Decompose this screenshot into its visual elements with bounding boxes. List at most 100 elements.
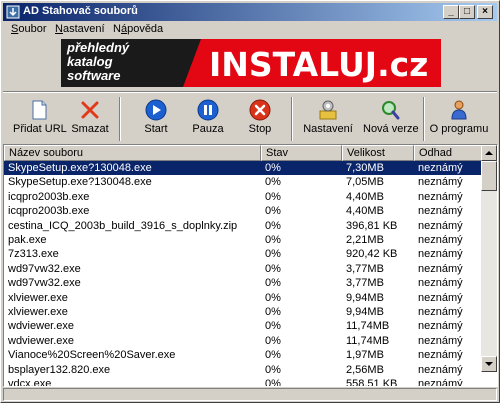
pause-button[interactable]: Pauza — [187, 97, 229, 141]
scroll-down-button[interactable] — [481, 356, 497, 372]
cell-state: 0% — [265, 205, 281, 218]
add-url-label: Přidat URL — [13, 123, 67, 135]
download-list[interactable]: Název souboru Stav Velikost Odhad SkypeS… — [3, 144, 498, 387]
table-row[interactable]: wd97vw32.exe 0% 3,77MB neznámý — [4, 276, 484, 290]
cell-size: 1,97MB — [346, 349, 384, 362]
start-button[interactable]: Start — [135, 97, 177, 141]
table-row[interactable]: icqpro2003b.exe 0% 4,40MB neznámý — [4, 204, 484, 218]
cell-estimate: neznámý — [418, 219, 463, 232]
menu-nastaveni-label: astavení — [62, 23, 105, 35]
table-row[interactable]: vdcx.exe 0% 558,51 KB neznámý — [4, 377, 484, 387]
cell-name: icqpro2003b.exe — [8, 190, 90, 203]
cell-name: xlviewer.exe — [8, 291, 68, 304]
stop-label: Stop — [248, 123, 272, 135]
menu-napoveda-pre: N — [113, 23, 121, 35]
table-row[interactable]: SkypeSetup.exe?130048.exe 0% 7,30MB neznámý — [4, 161, 484, 175]
scroll-thumb[interactable] — [481, 161, 497, 191]
vertical-scrollbar[interactable] — [481, 145, 497, 372]
banner-tagline: přehledný katalog software — [67, 41, 129, 83]
column-header-estimate[interactable]: Odhad — [414, 145, 484, 161]
maximize-button[interactable]: □ — [459, 5, 475, 19]
table-row[interactable]: icqpro2003b.exe 0% 4,40MB neznámý — [4, 190, 484, 204]
arrow-up-icon — [485, 151, 493, 155]
column-header-state[interactable]: Stav — [261, 145, 342, 161]
app-icon — [6, 5, 20, 19]
cell-name: SkypeSetup.exe?130048.exe — [8, 176, 152, 189]
cell-size: 3,77MB — [346, 277, 384, 290]
toolbar-divider — [119, 97, 121, 141]
column-header-name[interactable]: Název souboru — [4, 145, 261, 161]
cell-size: 11,74MB — [346, 320, 390, 333]
pause-icon — [197, 99, 219, 121]
menu-soubor[interactable]: Soubor — [5, 22, 52, 36]
minimize-button[interactable]: _ — [443, 5, 459, 19]
title-bar[interactable]: AD Stahovač souborů _ □ × — [3, 3, 497, 21]
menu-bar: Soubor Nastavení Nápověda — [3, 21, 497, 38]
cell-estimate: neznámý — [418, 176, 463, 189]
cell-state: 0% — [265, 190, 281, 203]
close-button[interactable]: × — [477, 5, 493, 19]
table-row[interactable]: wd97vw32.exe 0% 3,77MB neznámý — [4, 262, 484, 276]
cell-state: 0% — [265, 219, 281, 232]
cell-state: 0% — [265, 378, 281, 387]
arrow-down-icon — [485, 362, 493, 366]
cell-size: 920,42 KB — [346, 248, 398, 261]
cell-name: pak.exe — [8, 234, 47, 246]
window-title: AD Stahovač souborů — [23, 5, 138, 17]
new-version-button[interactable]: Nová verze — [363, 97, 419, 141]
cell-state: 0% — [265, 306, 281, 318]
table-row[interactable]: Vianoce%20Screen%20Saver.exe 0% 1,97MB nezn… — [4, 348, 484, 362]
column-header-size[interactable]: Velikost — [342, 145, 414, 161]
scroll-up-button[interactable] — [481, 145, 497, 161]
cell-name: wd97vw32.exe — [8, 262, 81, 275]
table-row[interactable]: wdviewer.exe 0% 11,74MB neznámý — [4, 319, 484, 333]
about-label: O programu — [429, 123, 489, 135]
about-button[interactable]: O programu — [429, 97, 489, 141]
person-icon — [451, 100, 467, 120]
delete-button[interactable]: Smazat — [69, 97, 111, 141]
table-row[interactable]: 7z313.exe 0% 920,42 KB neznámý — [4, 247, 484, 261]
cell-estimate: neznámý — [418, 378, 463, 387]
toolbar-divider — [291, 97, 293, 141]
table-row[interactable]: pak.exe 0% 2,21MB neznámý — [4, 233, 484, 247]
table-row[interactable]: wdviewer.exe 0% 11,74MB neznámý — [4, 334, 484, 348]
menu-napoveda[interactable]: Nápověda — [107, 22, 169, 36]
settings-button[interactable]: Nastavení — [301, 97, 355, 141]
table-row[interactable]: xlviewer.exe 0% 9,94MB neznámý — [4, 291, 484, 305]
cell-name: bsplayer132.820.exe — [8, 363, 111, 376]
ad-banner[interactable]: přehledný katalog software INSTALUJ.cz — [61, 39, 441, 87]
cell-name: icqpro2003b.exe — [8, 205, 90, 218]
cell-estimate: neznámý — [418, 162, 463, 174]
menu-napoveda-label: pověda — [127, 23, 164, 35]
cell-name: 7z313.exe — [8, 248, 59, 261]
cell-name: xlviewer.exe — [8, 306, 68, 318]
cell-state: 0% — [265, 234, 281, 246]
table-row[interactable]: SkypeSetup.exe?130048.exe 0% 7,05MB neznámý — [4, 175, 484, 189]
cell-estimate: neznámý — [418, 363, 463, 376]
cell-name: cestina_ICQ_2003b_build_3916_s_doplnky.z… — [8, 219, 238, 232]
new-version-label: Nová verze — [363, 123, 419, 135]
cell-name: Vianoce%20Screen%20Saver.exe — [8, 349, 176, 362]
cell-estimate: neznámý — [418, 349, 463, 362]
list-header: Název souboru Stav Velikost Odhad — [4, 145, 484, 161]
cell-state: 0% — [265, 277, 281, 290]
add-url-button[interactable]: Přidat URL — [13, 97, 67, 141]
stop-button[interactable]: Stop — [239, 97, 281, 141]
cell-estimate: neznámý — [418, 248, 463, 261]
cell-size: 4,40MB — [346, 205, 384, 218]
settings-label: Nastavení — [303, 123, 353, 135]
settings-icon — [319, 100, 337, 120]
cell-size: 9,94MB — [346, 291, 384, 304]
banner-tagline-line: přehledný — [67, 40, 130, 55]
menu-soubor-label: oubor — [18, 23, 47, 35]
new-file-icon — [32, 100, 47, 120]
delete-label: Smazat — [71, 123, 109, 135]
cell-estimate: neznámý — [418, 291, 463, 304]
cell-size: 396,81 KB — [346, 219, 398, 232]
table-row[interactable]: cestina_ICQ_2003b_build_3916_s_doplnky.z… — [4, 219, 484, 233]
table-row[interactable]: xlviewer.exe 0% 9,94MB neznámý — [4, 305, 484, 319]
cell-name: wdviewer.exe — [8, 334, 75, 347]
table-row[interactable]: bsplayer132.820.exe 0% 2,56MB neznámý — [4, 363, 484, 377]
cell-name: wd97vw32.exe — [8, 277, 81, 290]
menu-nastaveni[interactable]: Nastavení — [49, 22, 111, 36]
